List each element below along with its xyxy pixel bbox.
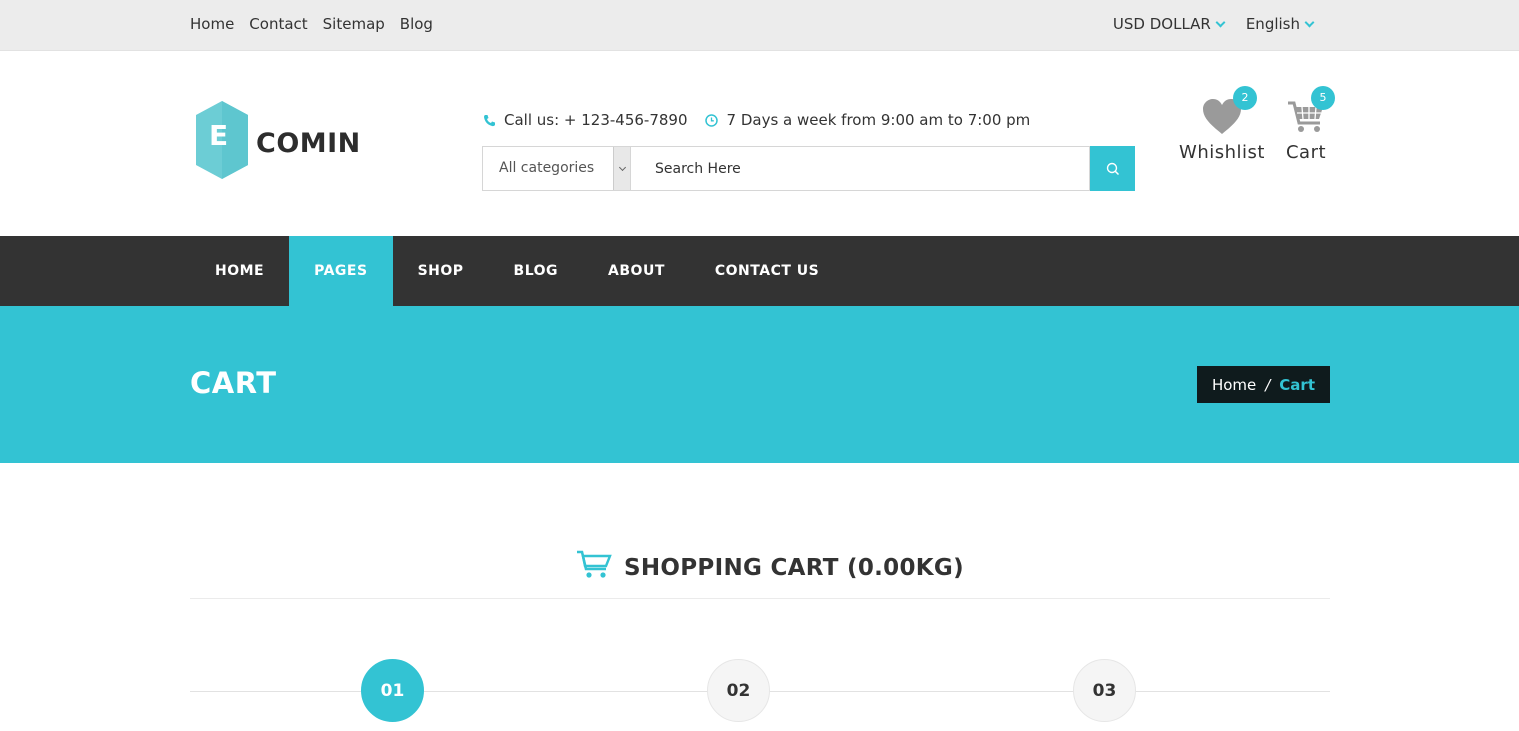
shopping-cart-icon [577,550,612,578]
breadcrumb-current: Cart [1279,375,1315,394]
currency-label: USD DOLLAR [1112,15,1211,33]
step-1[interactable]: 01 [361,659,424,722]
phone-icon [484,114,495,126]
cart-label: Cart [1285,142,1327,163]
nav-item-about[interactable]: ABOUT [583,236,690,306]
heading-divider [190,598,1330,599]
page-banner: CART Home / Cart [0,306,1519,463]
category-select[interactable]: All categories [482,146,630,191]
top-links: Home Contact Sitemap Blog [190,15,433,33]
category-label: All categories [499,160,595,176]
hours-info: 7 Days a week from 9:00 am to 7:00 pm [704,111,1031,129]
hours-text: 7 Days a week from 9:00 am to 7:00 pm [726,111,1031,129]
search-icon [1106,162,1119,175]
cart-count-badge: 5 [1311,86,1335,110]
phone-info: Call us: + 123-456-7890 [483,111,688,129]
shopping-cart-title: SHOPPING CART (0.00KG) [624,555,964,581]
main-nav: HOME PAGES SHOP BLOG ABOUT CONTACT US [0,236,1519,306]
nav-item-contact-us[interactable]: CONTACT US [690,236,844,306]
cart-link[interactable]: Cart 5 [1283,86,1335,163]
breadcrumb: Home / Cart [1196,366,1330,403]
wishlist-label: Whishlist [1179,142,1265,163]
chevron-down-icon [1304,17,1315,27]
chevron-down-icon [618,163,626,171]
nav-item-pages[interactable]: PAGES [289,236,393,306]
shopping-cart-heading: SHOPPING CART (0.00KG) [576,547,964,581]
breadcrumb-separator: / [1265,375,1271,394]
language-dropdown[interactable]: English [1245,15,1315,33]
contact-info: Call us: + 123-456-7890 7 Days a week fr… [483,111,1030,129]
nav-item-shop[interactable]: SHOP [393,236,489,306]
top-selectors: USD DOLLAR English [1112,15,1315,33]
top-link-sitemap[interactable]: Sitemap [323,15,385,33]
top-bar: Home Contact Sitemap Blog USD DOLLAR Eng… [0,0,1519,51]
step-3[interactable]: 03 [1073,659,1136,722]
chevron-down-icon [1215,17,1226,27]
currency-dropdown[interactable]: USD DOLLAR [1112,15,1226,33]
search-button[interactable] [1090,146,1135,191]
top-link-contact[interactable]: Contact [249,15,307,33]
site-logo[interactable]: E COMIN [194,100,369,180]
wishlist-link[interactable]: Whishlist 2 [1176,86,1268,163]
step-2[interactable]: 02 [707,659,770,722]
language-label: English [1245,15,1300,33]
clock-icon [704,113,718,127]
top-link-home[interactable]: Home [190,15,234,33]
breadcrumb-home-link[interactable]: Home [1212,376,1256,394]
search-input[interactable] [630,146,1090,191]
search-bar: All categories [482,146,1135,191]
logo-letter: E [209,119,229,152]
page-title: CART [190,366,277,400]
phone-text: Call us: + 123-456-7890 [504,111,688,129]
logo-text: COMIN [256,128,361,159]
nav-item-home[interactable]: HOME [190,236,289,306]
nav-menu: HOME PAGES SHOP BLOG ABOUT CONTACT US [190,236,844,306]
top-link-blog[interactable]: Blog [400,15,433,33]
wishlist-count-badge: 2 [1233,86,1257,110]
select-arrow[interactable] [613,147,630,190]
nav-item-blog[interactable]: BLOG [489,236,584,306]
